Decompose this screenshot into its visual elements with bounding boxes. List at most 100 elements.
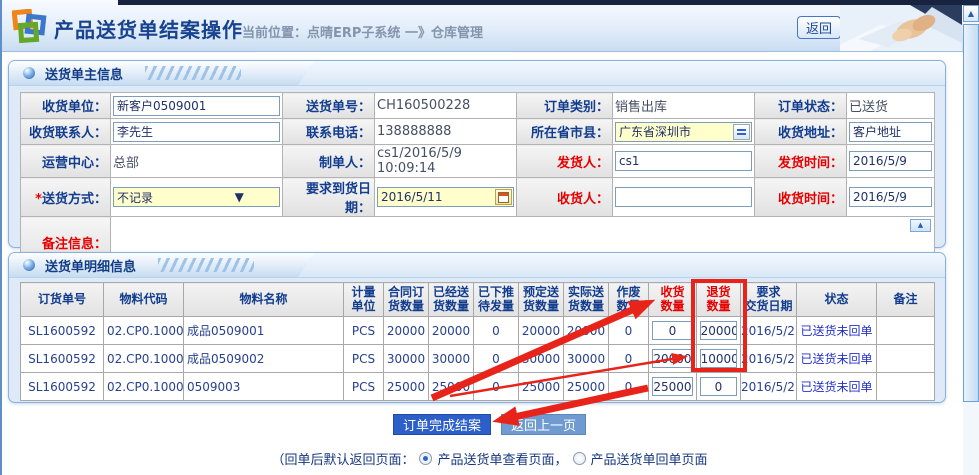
label-ship-time: 发货时间： bbox=[755, 145, 847, 178]
label-receive-address: 收货地址： bbox=[755, 119, 847, 145]
returned-qty-input-2[interactable] bbox=[700, 377, 738, 396]
cell-contract-qty: 25000 bbox=[384, 373, 429, 401]
detail-header-row: 订货单号 物料代码 物料名称 计量 单位 合同订 货数量 已经送 货数量 已下推… bbox=[21, 283, 935, 317]
cell-contract-qty: 30000 bbox=[384, 345, 429, 373]
cell-item-code: 02.CP0.10005 bbox=[104, 373, 184, 401]
cell-shipper bbox=[613, 145, 755, 178]
cell-item-code: 02.CP0.10004 bbox=[104, 345, 184, 373]
cell-required-date: 2016/5/27 bbox=[741, 317, 797, 345]
cell-unit: PCS bbox=[344, 317, 384, 345]
cell-required-date: 2016/5/11 bbox=[375, 178, 517, 217]
col-contract-qty: 合同订 货数量 bbox=[384, 283, 429, 317]
page-left-border bbox=[0, 0, 2, 475]
province-city-value: 广东省深圳市 bbox=[616, 123, 733, 140]
table-row: SL1600592 02.CP0.10003 成品0509001 PCS 200… bbox=[21, 317, 935, 345]
region-picker-icon[interactable] bbox=[733, 124, 750, 140]
ship-time-input[interactable] bbox=[849, 151, 932, 171]
option-view-label: 产品送货单查看页面， bbox=[437, 449, 567, 468]
cell-order-no: SL1600592 bbox=[21, 317, 104, 345]
table-row: SL1600592 02.CP0.10005 0509003 PCS 25000… bbox=[21, 373, 935, 401]
cell-planned-qty: 20000 bbox=[519, 317, 564, 345]
option-receipt-label: 产品送货单回单页面 bbox=[591, 449, 708, 468]
cell-receive-time bbox=[847, 178, 935, 217]
table-row: SL1600592 02.CP0.10004 成品0509002 PCS 300… bbox=[21, 345, 935, 373]
cell-receiver-unit bbox=[111, 93, 283, 119]
delivery-method-label-text: 送货方式： bbox=[42, 192, 107, 207]
radio-receipt-page[interactable] bbox=[573, 452, 586, 465]
sphere-icon bbox=[23, 259, 35, 271]
cell-required-date: 2016/5/27 bbox=[741, 345, 797, 373]
cell-unit: PCS bbox=[344, 345, 384, 373]
complete-order-button[interactable]: 订单完成结案 bbox=[393, 414, 491, 435]
app-header: 产品送货单结案操作 当前位置：点晴ERP子系统 一》仓库管理 返回 bbox=[2, 0, 979, 52]
cell-planned-qty: 30000 bbox=[519, 345, 564, 373]
label-receiver-contact: 收货联系人： bbox=[21, 119, 111, 145]
cell-void-qty: 0 bbox=[609, 317, 649, 345]
cell-delivered-qty: 20000 bbox=[429, 317, 474, 345]
delivery-method-select[interactable]: 不记录 bbox=[113, 187, 280, 207]
radio-view-page[interactable] bbox=[419, 452, 432, 465]
shipper-input[interactable] bbox=[615, 151, 752, 171]
cell-actual-qty: 30000 bbox=[564, 345, 609, 373]
scrollbar-thumb[interactable] bbox=[963, 24, 979, 402]
cell-province-city: 广东省深圳市 bbox=[613, 119, 755, 145]
cell-delivery-method: 不记录 bbox=[111, 178, 283, 217]
cell-unit: PCS bbox=[344, 373, 384, 401]
scroll-up-icon[interactable] bbox=[963, 5, 979, 22]
label-required-date: 要求到货日期： bbox=[283, 178, 375, 217]
main-info-form: 收货单位： 送货单号： CH160500228 订单类别： 销售出库 订单状态：… bbox=[20, 92, 935, 269]
order-type-value: 销售出库 bbox=[613, 93, 755, 119]
cell-item-name: 成品0509002 bbox=[184, 345, 344, 373]
back-button[interactable]: 返回 bbox=[797, 16, 841, 39]
detail-section-header: 送货单明细信息 bbox=[9, 253, 945, 278]
returned-qty-input-1[interactable] bbox=[700, 349, 738, 368]
returned-qty-input-0[interactable] bbox=[700, 321, 738, 340]
cell-receiver-contact bbox=[111, 119, 283, 145]
cell-received-qty bbox=[649, 373, 697, 401]
province-city-input[interactable]: 广东省深圳市 bbox=[615, 122, 752, 142]
calendar-icon[interactable] bbox=[495, 189, 512, 205]
col-remark: 备注 bbox=[877, 283, 935, 317]
cell-remark bbox=[877, 317, 935, 345]
receive-address-input[interactable] bbox=[849, 122, 932, 142]
cell-receive-address bbox=[847, 119, 935, 145]
label-receiver-person: 收货人： bbox=[517, 178, 613, 217]
page-scrollbar[interactable] bbox=[963, 5, 979, 475]
received-qty-input-1[interactable] bbox=[652, 349, 693, 368]
stripes-decoration bbox=[158, 258, 254, 272]
textarea-scroll-up-icon[interactable] bbox=[910, 219, 931, 232]
back-previous-button[interactable]: 返回上一页 bbox=[501, 414, 586, 435]
cell-received-qty bbox=[649, 345, 697, 373]
label-receive-time: 收货时间： bbox=[755, 178, 847, 217]
cell-item-name: 0509003 bbox=[184, 373, 344, 401]
cell-contract-qty: 20000 bbox=[384, 317, 429, 345]
receiver-contact-input[interactable] bbox=[113, 122, 280, 142]
top-dark-strip bbox=[118, 0, 979, 5]
cell-status: 已送货未回单 bbox=[797, 317, 877, 345]
receive-time-input[interactable] bbox=[849, 187, 932, 207]
cell-order-no: SL1600592 bbox=[21, 373, 104, 401]
col-required-date: 要求 交货日期 bbox=[741, 283, 797, 317]
handshake-image bbox=[840, 5, 962, 51]
cell-remark bbox=[877, 345, 935, 373]
label-contact-phone: 联系电话： bbox=[283, 119, 375, 145]
cell-delivered-qty: 25000 bbox=[429, 373, 474, 401]
col-void-qty: 作废 数量 bbox=[609, 283, 649, 317]
receiver-unit-input[interactable] bbox=[113, 96, 280, 116]
required-date-value: 2016/5/11 bbox=[378, 190, 495, 204]
return-note-label: （回单后默认返回页面： bbox=[271, 449, 414, 468]
col-pending-push-qty: 已下推 待发量 bbox=[474, 283, 519, 317]
contact-phone-value: 138888888 bbox=[375, 119, 517, 145]
main-info-section-header: 送货单主信息 bbox=[9, 61, 945, 86]
return-page-options: （回单后默认返回页面： 产品送货单查看页面， 产品送货单回单页面 bbox=[0, 449, 979, 468]
app-logo-icon bbox=[12, 9, 48, 45]
operation-center-value: 总部 bbox=[111, 145, 283, 178]
col-status: 状态 bbox=[797, 283, 877, 317]
cell-delivered-qty: 30000 bbox=[429, 345, 474, 373]
received-qty-input-0[interactable] bbox=[652, 321, 693, 340]
cell-ship-time bbox=[847, 145, 935, 178]
receiver-person-input[interactable] bbox=[615, 187, 752, 207]
required-date-input[interactable]: 2016/5/11 bbox=[377, 187, 514, 207]
cell-void-qty: 0 bbox=[609, 373, 649, 401]
received-qty-input-2[interactable] bbox=[652, 377, 693, 396]
